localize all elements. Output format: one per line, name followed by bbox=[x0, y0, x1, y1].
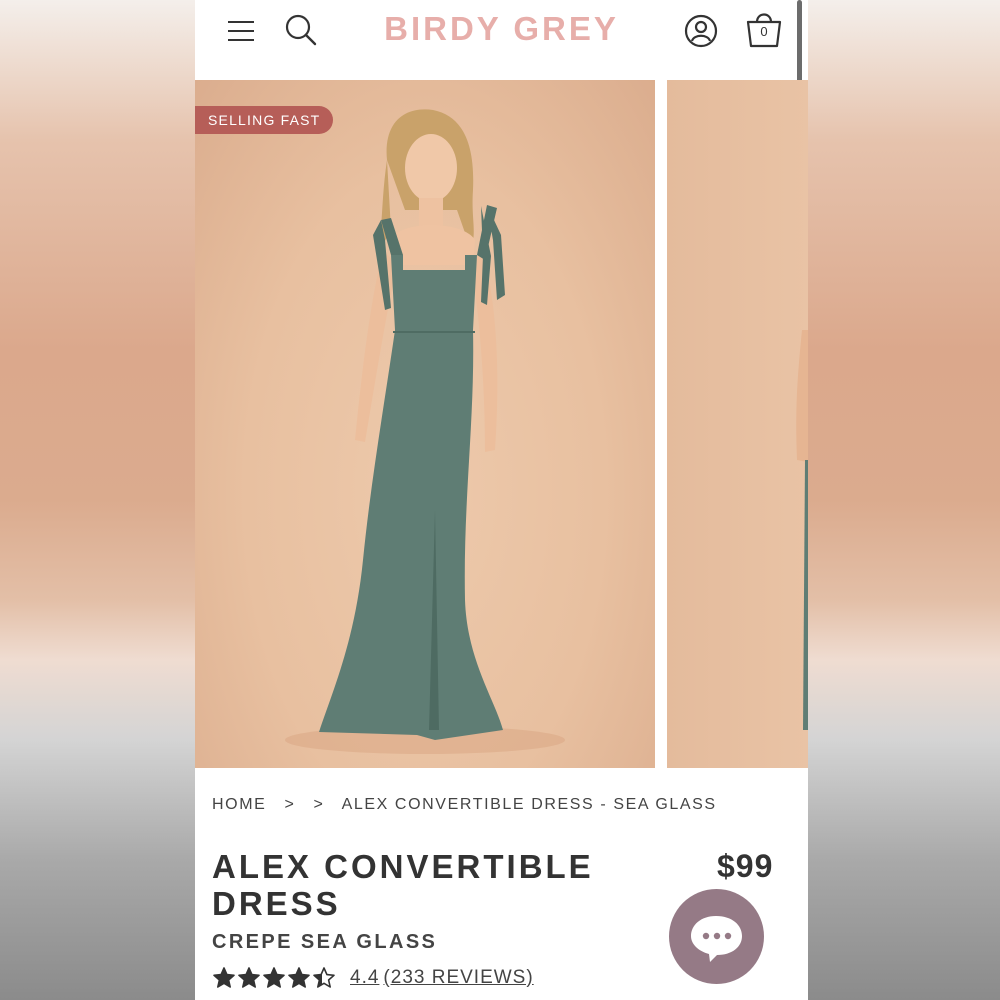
breadcrumb-current: ALEX CONVERTIBLE DRESS - SEA GLASS bbox=[341, 796, 717, 813]
product-gallery[interactable]: SELLING FAST bbox=[195, 80, 808, 768]
rating-stars bbox=[212, 966, 336, 990]
selling-fast-badge: SELLING FAST bbox=[195, 106, 334, 134]
account-button[interactable] bbox=[683, 13, 719, 49]
product-subtitle: CREPE SEA GLASS bbox=[212, 931, 438, 953]
star-icon bbox=[238, 967, 260, 988]
breadcrumb-separator: > bbox=[313, 796, 325, 813]
product-price: $99 bbox=[717, 848, 774, 884]
chat-button[interactable] bbox=[669, 889, 764, 984]
cart-count: 0 bbox=[760, 24, 768, 39]
background-right bbox=[808, 0, 1000, 1000]
breadcrumb-separator: > bbox=[284, 796, 296, 813]
chat-bubble-icon bbox=[691, 916, 742, 962]
star-icon bbox=[288, 967, 310, 988]
breadcrumb-home[interactable]: HOME bbox=[212, 796, 266, 813]
mobile-page: BIRDY GREY 0 SELLING FAST HOME > > ALEX … bbox=[195, 0, 808, 1000]
background-left bbox=[0, 0, 195, 1000]
cart-button[interactable]: 0 bbox=[745, 9, 783, 49]
star-icon bbox=[313, 967, 335, 988]
star-icon bbox=[263, 967, 285, 988]
star-icon bbox=[213, 967, 235, 988]
product-photo-next[interactable] bbox=[667, 80, 808, 768]
account-icon bbox=[684, 14, 718, 48]
model-figure-partial bbox=[796, 330, 808, 730]
product-rating: 4.4 (233 REVIEWS) bbox=[212, 964, 538, 992]
product-title: ALEX CONVERTIBLE DRESS bbox=[212, 848, 594, 922]
rating-value: 4.4 bbox=[350, 967, 380, 988]
review-count: (233 REVIEWS) bbox=[383, 967, 534, 988]
reviews-link[interactable]: 4.4 (233 REVIEWS) bbox=[350, 967, 538, 989]
breadcrumb: HOME > > ALEX CONVERTIBLE DRESS - SEA GL… bbox=[212, 796, 729, 814]
site-header: BIRDY GREY 0 bbox=[195, 0, 808, 90]
product-photo-main[interactable]: SELLING FAST bbox=[195, 80, 655, 768]
scrollbar-thumb[interactable] bbox=[797, 0, 802, 90]
model-figure bbox=[285, 109, 565, 754]
